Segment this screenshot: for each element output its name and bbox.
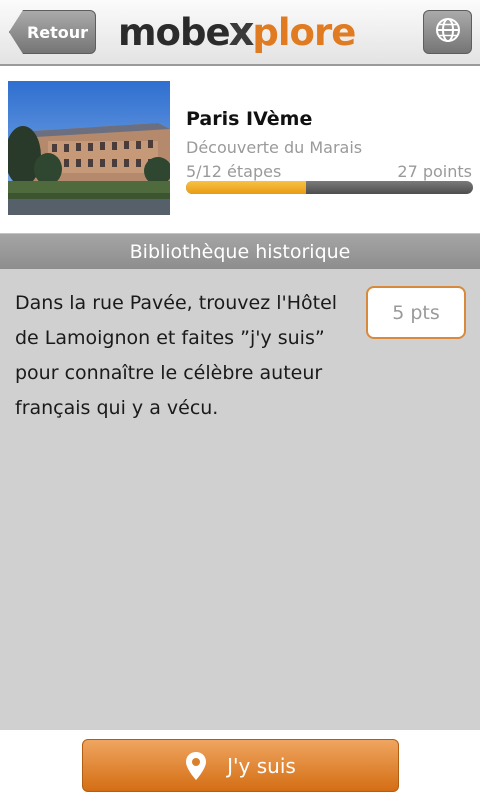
tour-progress-fill <box>186 181 306 194</box>
step-title: Bibliothèque historique <box>129 240 351 263</box>
tour-photo <box>8 81 170 215</box>
tour-title: Paris IVème <box>186 108 313 130</box>
step-title-bar: Bibliothèque historique <box>0 233 480 269</box>
back-button[interactable]: Retour <box>9 10 96 54</box>
logo-text-mobe: mobe <box>118 10 231 54</box>
footer-bar: J'y suis <box>0 730 480 800</box>
back-button-label: Retour <box>26 22 89 42</box>
challenge-panel: Dans la rue Pavée, trouvez l'Hôtel de La… <box>0 269 480 730</box>
map-pin-icon <box>185 751 207 781</box>
tour-card: Paris IVème Découverte du Marais 5/12 ét… <box>0 68 480 232</box>
jy-suis-button[interactable]: J'y suis <box>82 739 399 792</box>
tour-progress-bar <box>186 181 473 194</box>
logo-x: x <box>228 9 255 55</box>
tour-points-count: 27 points <box>397 162 472 181</box>
points-badge: 5 pts <box>366 286 466 339</box>
challenge-text: Dans la rue Pavée, trouvez l'Hôtel de La… <box>15 292 338 419</box>
globe-icon <box>434 16 462 48</box>
tour-subtitle: Découverte du Marais <box>186 138 363 157</box>
mobexplore-logo: mobe x plore <box>118 8 356 56</box>
logo-text-plore: plore <box>252 10 356 54</box>
jy-suis-label: J'y suis <box>227 753 296 778</box>
language-button[interactable] <box>423 10 472 54</box>
app-header: Retour mobe x plore <box>0 0 480 66</box>
tour-steps-count: 5/12 étapes <box>186 162 282 181</box>
